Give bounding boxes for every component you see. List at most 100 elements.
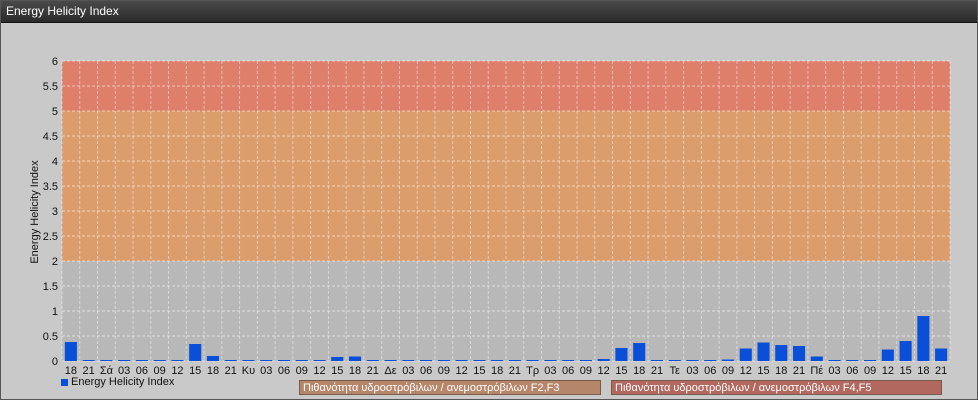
- bar: [64, 342, 77, 361]
- bar: [349, 356, 362, 361]
- x-tick-label: 21: [225, 365, 237, 377]
- bar: [633, 343, 646, 361]
- bar: [775, 345, 788, 361]
- x-tick-label: 06: [562, 365, 574, 377]
- x-tick-label: 06: [704, 365, 716, 377]
- bar: [189, 344, 202, 361]
- bar: [810, 356, 823, 361]
- legend-swatch: [61, 378, 68, 386]
- x-tick-label: 18: [491, 365, 503, 377]
- bar: [491, 360, 504, 361]
- x-axis-ticks: 18 21 Σά 03 06 09 12 15 18 21 Κυ 03 06 09 12 15 18 21 Δε 03…: [65, 365, 947, 377]
- bar: [277, 360, 291, 361]
- x-tick-label: 15: [615, 365, 627, 377]
- x-tick-label: 15: [757, 365, 769, 377]
- x-tick-label: 03: [402, 365, 414, 377]
- bar: [100, 360, 113, 361]
- bar: [402, 360, 415, 361]
- x-tick-label: 18: [775, 365, 787, 377]
- bar: [455, 360, 468, 361]
- bar: [295, 360, 308, 361]
- legend-label: Energy Helicity Index: [71, 376, 175, 388]
- bar: [206, 356, 219, 361]
- x-tick-label: 18: [917, 365, 929, 377]
- chart-svg: 00.511.522.533.544.555.56 18 21 Σά 03 06 09 12…: [29, 56, 951, 377]
- y-tick-label: 1.5: [43, 281, 58, 293]
- x-tick-label: 09: [864, 365, 876, 377]
- y-tick-label: 4.5: [43, 131, 58, 143]
- bar: [153, 360, 166, 361]
- x-tick-label: 12: [740, 365, 752, 377]
- y-tick-label: 2: [52, 256, 58, 268]
- bar: [793, 346, 806, 361]
- x-tick-label: 06: [846, 365, 858, 377]
- y-tick-label: 2.5: [43, 231, 58, 243]
- x-tick-label: 15: [331, 365, 343, 377]
- bar: [721, 359, 735, 361]
- bar: [739, 348, 752, 361]
- x-tick-label: 12: [455, 365, 467, 377]
- bar: [579, 360, 592, 361]
- x-tick-label: 21: [935, 365, 947, 377]
- bar: [171, 360, 184, 361]
- bar: [704, 360, 717, 361]
- x-tick-label: Τρ: [526, 365, 539, 377]
- bar: [757, 342, 770, 361]
- x-tick-label: 09: [580, 365, 592, 377]
- y-axis-label: Energy Helicity Index: [29, 160, 41, 264]
- x-tick-label: 03: [686, 365, 698, 377]
- bar: [224, 360, 237, 361]
- x-tick-label: 09: [722, 365, 734, 377]
- x-tick-label: 12: [313, 365, 325, 377]
- bar: [118, 360, 131, 361]
- x-tick-label: 09: [296, 365, 308, 377]
- y-tick-label: 1: [52, 306, 58, 318]
- x-tick-label: 21: [509, 365, 521, 377]
- x-tick-label: Πέ: [810, 365, 823, 377]
- bar: [437, 360, 450, 361]
- x-tick-label: 18: [633, 365, 645, 377]
- x-tick-label: 03: [544, 365, 556, 377]
- y-axis-ticks: 0 0.5 1 1.5 2 2.5 3 3.5 4 4.5 5 5.5 6: [43, 56, 58, 368]
- x-tick-label: 21: [793, 365, 805, 377]
- x-tick-label: 03: [828, 365, 840, 377]
- bar: [366, 360, 379, 361]
- bar: [260, 360, 273, 361]
- note-f4-f5: Πιθανότητα υδροστρόβιλων / ανεμοστρόβιλω…: [611, 380, 942, 395]
- bar: [473, 360, 486, 361]
- x-tick-label: 06: [278, 365, 290, 377]
- bar: [881, 349, 894, 361]
- note-f4-f5-label: Πιθανότητα υδροστρόβιλων / ανεμοστρόβιλω…: [615, 382, 872, 394]
- bar: [82, 360, 95, 361]
- bar: [828, 360, 841, 361]
- x-tick-label: 21: [651, 365, 663, 377]
- bar: [846, 360, 859, 361]
- x-tick-label: 18: [207, 365, 219, 377]
- x-tick-label: 21: [367, 365, 379, 377]
- x-tick-label: Τε: [670, 365, 681, 377]
- bar: [526, 360, 539, 361]
- y-tick-label: 4: [52, 156, 58, 168]
- x-tick-label: 12: [882, 365, 894, 377]
- bar: [917, 316, 930, 361]
- y-tick-label: 5: [52, 106, 58, 118]
- bar: [508, 360, 521, 361]
- bar: [864, 360, 877, 361]
- bar: [242, 360, 255, 361]
- note-f2-f3-label: Πιθανότητα υδροστρόβιλων / ανεμοστρόβιλω…: [303, 382, 560, 394]
- bar: [899, 341, 912, 361]
- x-tick-label: 09: [438, 365, 450, 377]
- x-tick-label: 03: [260, 365, 272, 377]
- x-tick-label: 18: [349, 365, 361, 377]
- legend: Energy Helicity Index: [61, 376, 174, 388]
- bar: [544, 360, 557, 361]
- bar: [384, 360, 397, 361]
- x-tick-label: 15: [473, 365, 485, 377]
- bar: [686, 360, 699, 361]
- bar: [650, 360, 663, 361]
- bar: [313, 360, 326, 361]
- x-tick-label: 15: [189, 365, 201, 377]
- chart-window: Energy Helicity Index 0 0.5 1 1.5 2 2.5 3 3.5 4 4…: [0, 0, 978, 400]
- x-tick-label: Κυ: [242, 365, 255, 377]
- bar: [331, 357, 344, 361]
